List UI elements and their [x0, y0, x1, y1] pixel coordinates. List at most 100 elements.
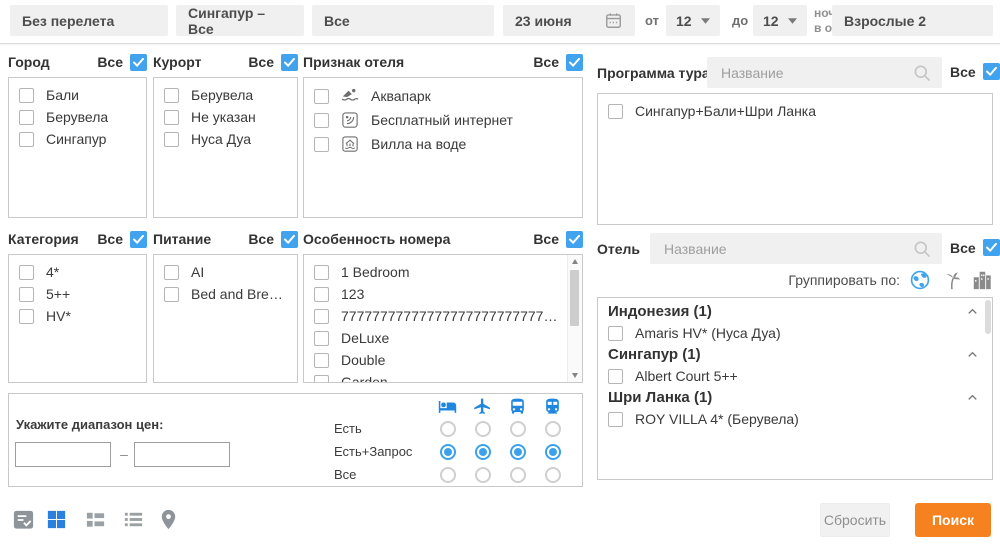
- list-item[interactable]: Amaris HV* (Нуса Дуа): [598, 322, 992, 344]
- radio-est-zapros-hotel[interactable]: [440, 444, 456, 460]
- list-item[interactable]: Бали: [9, 84, 146, 106]
- item-checkbox[interactable]: [19, 309, 34, 324]
- list-item[interactable]: 123: [304, 283, 568, 305]
- radio-est-zapros-train[interactable]: [545, 444, 561, 460]
- item-checkbox[interactable]: [314, 113, 329, 128]
- radio-vse-bus[interactable]: [510, 467, 526, 483]
- item-checkbox[interactable]: [314, 265, 329, 280]
- program-search-box[interactable]: [707, 57, 942, 88]
- list-item[interactable]: Берувела: [9, 106, 146, 128]
- item-checkbox[interactable]: [164, 287, 179, 302]
- list-item[interactable]: 1 Bedroom: [304, 261, 568, 283]
- item-checkbox[interactable]: [314, 353, 329, 368]
- view-list-icon[interactable]: [122, 508, 145, 531]
- item-checkbox[interactable]: [314, 137, 329, 152]
- group-by-country-icon[interactable]: [909, 269, 931, 291]
- item-checkbox[interactable]: [314, 309, 329, 324]
- select-all-city[interactable]: Все: [97, 54, 147, 71]
- select-all-resort[interactable]: Все: [248, 54, 298, 71]
- checkbox-checked[interactable]: [983, 63, 1000, 80]
- reset-button[interactable]: Сбросить: [820, 503, 890, 537]
- list-item[interactable]: Сингапур: [9, 128, 146, 150]
- radio-est-train[interactable]: [545, 421, 561, 437]
- checkbox-checked[interactable]: [983, 239, 1000, 256]
- hotel-group-header[interactable]: Шри Ланка (1): [598, 387, 992, 408]
- hotel-group-header[interactable]: Индонезия (1): [598, 301, 992, 322]
- list-item[interactable]: 5++: [9, 283, 146, 305]
- checkbox-checked[interactable]: [566, 231, 583, 248]
- list-item[interactable]: Вилла на воде: [304, 132, 582, 156]
- list-item[interactable]: 77777777777777777777777777777…: [304, 305, 568, 327]
- checkbox-checked[interactable]: [130, 54, 147, 71]
- radio-vse-hotel[interactable]: [440, 467, 456, 483]
- list-item[interactable]: HV*: [9, 305, 146, 327]
- search-button[interactable]: Поиск: [915, 503, 991, 537]
- item-checkbox[interactable]: [19, 265, 34, 280]
- saved-filters-icon[interactable]: [12, 508, 35, 531]
- item-checkbox[interactable]: [164, 88, 179, 103]
- select-all-hotels[interactable]: Все: [950, 239, 1000, 256]
- list-item[interactable]: Garden: [304, 371, 568, 383]
- radio-est-flight[interactable]: [475, 421, 491, 437]
- program-search-input[interactable]: [719, 64, 912, 82]
- list-item[interactable]: DeLuxe: [304, 327, 568, 349]
- list-item[interactable]: ROY VILLA 4* (Берувела): [598, 408, 992, 430]
- select-all-category[interactable]: Все: [97, 231, 147, 248]
- item-checkbox[interactable]: [164, 265, 179, 280]
- radio-vse-train[interactable]: [545, 467, 561, 483]
- radio-est-bus[interactable]: [510, 421, 526, 437]
- select-all-room-feature[interactable]: Все: [533, 231, 583, 248]
- item-checkbox[interactable]: [19, 88, 34, 103]
- list-item[interactable]: Берувела: [154, 84, 297, 106]
- item-checkbox[interactable]: [608, 369, 623, 384]
- select-all-hotel-feature[interactable]: Все: [533, 54, 583, 71]
- list-item[interactable]: Bed and Breakf…: [154, 283, 297, 305]
- checkbox-checked[interactable]: [130, 231, 147, 248]
- scroll-down-icon[interactable]: [568, 369, 582, 382]
- hotel-search-box[interactable]: [650, 233, 942, 264]
- select-all-program[interactable]: Все: [950, 63, 1000, 80]
- item-checkbox[interactable]: [608, 412, 623, 427]
- item-checkbox[interactable]: [314, 287, 329, 302]
- map-pin-icon[interactable]: [157, 508, 180, 531]
- group-by-city-icon[interactable]: [971, 269, 993, 291]
- item-checkbox[interactable]: [19, 110, 34, 125]
- list-item[interactable]: Albert Court 5++: [598, 365, 992, 387]
- item-checkbox[interactable]: [164, 110, 179, 125]
- group-by-resort-icon[interactable]: [940, 269, 962, 291]
- flight-mode-select[interactable]: Без перелета: [10, 5, 168, 36]
- item-checkbox[interactable]: [608, 326, 623, 341]
- radio-vse-flight[interactable]: [475, 467, 491, 483]
- select-all-meal[interactable]: Все: [248, 231, 298, 248]
- item-checkbox[interactable]: [314, 375, 329, 384]
- item-checkbox[interactable]: [314, 89, 329, 104]
- scrollbar-thumb[interactable]: [570, 270, 579, 326]
- item-checkbox[interactable]: [19, 287, 34, 302]
- checkbox-checked[interactable]: [281, 231, 298, 248]
- radio-est-zapros-flight[interactable]: [475, 444, 491, 460]
- departure-city-select[interactable]: Все: [312, 5, 494, 36]
- guests-select[interactable]: Взрослые 2: [832, 5, 993, 36]
- list-item[interactable]: Не указан: [154, 106, 297, 128]
- item-checkbox[interactable]: [19, 132, 34, 147]
- nights-from-select[interactable]: 12: [666, 5, 720, 36]
- list-item[interactable]: Double: [304, 349, 568, 371]
- scrollbar-thumb[interactable]: [985, 300, 991, 334]
- hotel-search-input[interactable]: [662, 240, 912, 258]
- chevron-up-icon[interactable]: [965, 347, 980, 362]
- scroll-up-icon[interactable]: [568, 255, 582, 268]
- list-item[interactable]: 4*: [9, 261, 146, 283]
- list-item[interactable]: Бесплатный интернет: [304, 108, 582, 132]
- scrollbar[interactable]: [567, 255, 582, 382]
- date-field[interactable]: 23 июня: [503, 5, 635, 36]
- destination-select[interactable]: Сингапур – Все: [176, 5, 304, 36]
- item-checkbox[interactable]: [164, 132, 179, 147]
- list-item[interactable]: Аквапарк: [304, 84, 582, 108]
- view-grid-icon[interactable]: [45, 508, 68, 531]
- radio-est-zapros-bus[interactable]: [510, 444, 526, 460]
- list-item[interactable]: Нуса Дуа: [154, 128, 297, 150]
- list-item[interactable]: AI: [154, 261, 297, 283]
- view-blocks-icon[interactable]: [84, 508, 107, 531]
- price-min-input[interactable]: [15, 442, 111, 467]
- hotel-group-header[interactable]: Сингапур (1): [598, 344, 992, 365]
